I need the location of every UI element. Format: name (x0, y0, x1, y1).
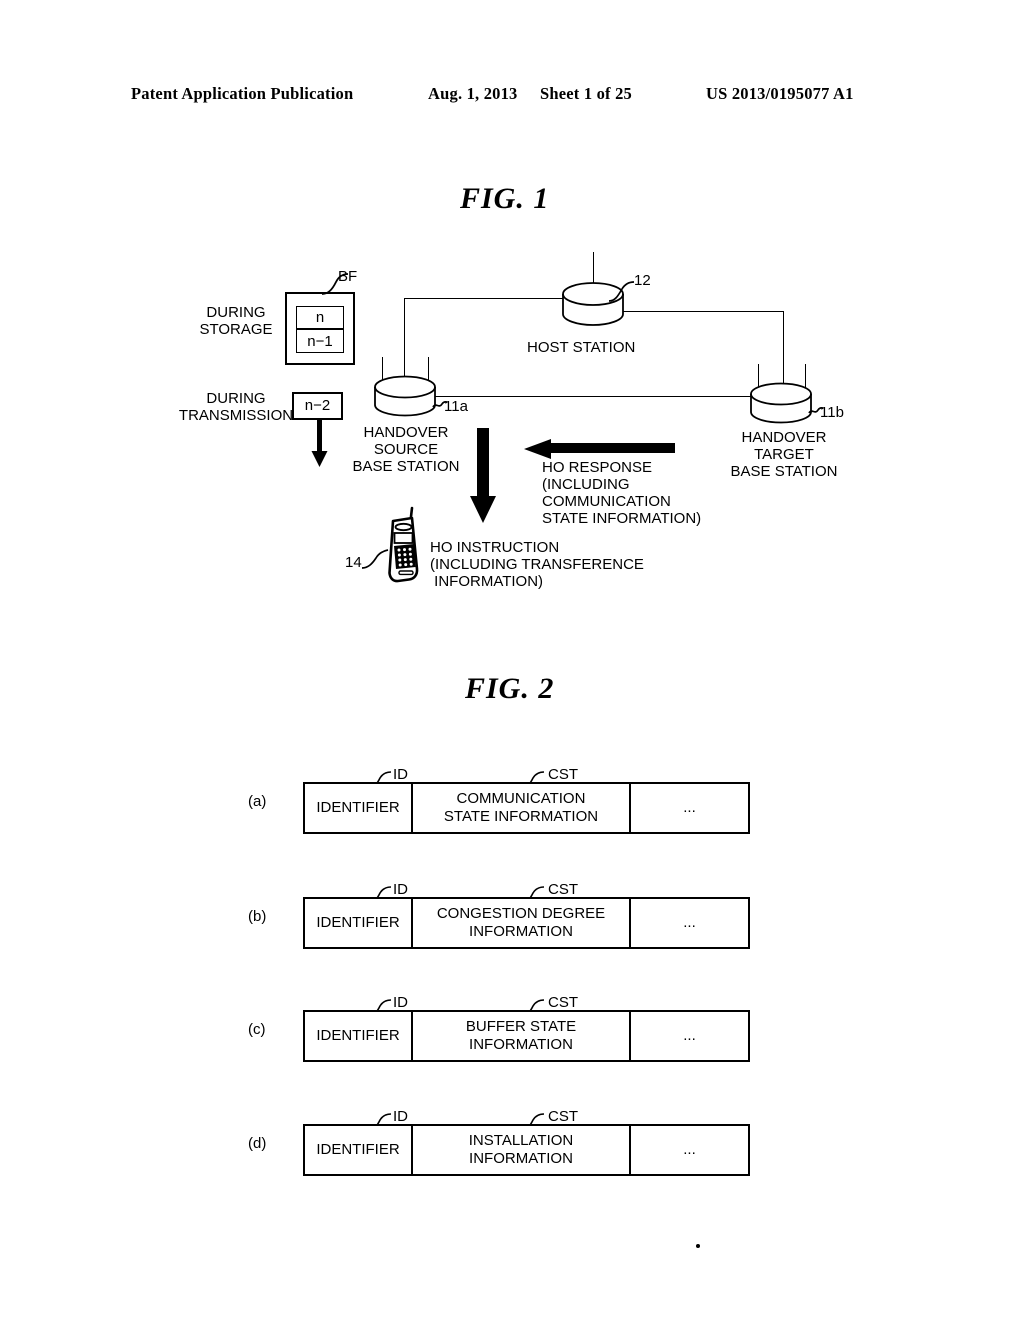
transmit-packet-label: n−2 (304, 397, 331, 414)
figure-1-title: FIG. 1 (460, 182, 550, 215)
fig2-row-a-id-tag: ID (393, 766, 408, 783)
during-transmission-label: DURING TRANSMISSION (178, 390, 294, 424)
link-source-vertical (404, 298, 405, 380)
header-publication-title: Patent Application Publication (131, 84, 354, 103)
host-station-ref-leader (608, 280, 636, 304)
source-bs-ref-label: 11a (444, 398, 468, 415)
fig2-row-b-rest-cell: ... (629, 897, 750, 949)
page-header: Patent Application Publication Aug. 1, 2… (0, 84, 1024, 114)
ho-instruction-arrow (468, 428, 498, 524)
bf-label: BF (338, 268, 358, 285)
buffer-cell-n-1-label: n−1 (307, 333, 333, 350)
mobile-terminal-icon (381, 505, 425, 585)
fig2-row-c-content-cell: BUFFER STATE INFORMATION (411, 1010, 631, 1062)
host-station-label: HOST STATION (527, 339, 636, 356)
link-source-to-target (433, 396, 753, 397)
ho-instruction-label: HO INSTRUCTION (INCLUDING TRANSFERENCE I… (430, 539, 644, 590)
fig2-row-b-cst-tag: CST (548, 881, 578, 898)
fig2-row-b-content-cell: CONGESTION DEGREE INFORMATION (411, 897, 631, 949)
fig2-row-b-letter: (b) (248, 908, 267, 925)
fig2-row-c-letter: (c) (248, 1021, 266, 1038)
fig2-row-a-letter: (a) (248, 793, 267, 810)
fig2-row-d-rest-cell: ... (629, 1124, 750, 1176)
fig2-row-a-rest-cell: ... (629, 782, 750, 834)
source-base-station-label: HANDOVER SOURCE BASE STATION (352, 424, 460, 475)
page-artifact-dot (696, 1244, 700, 1248)
fig2-row-a-identifier-cell: IDENTIFIER (303, 782, 413, 834)
link-source-to-host (404, 298, 572, 299)
buffer-cell-n-label: n (315, 309, 325, 326)
ho-response-label: HO RESPONSE (INCLUDING COMMUNICATION STA… (542, 459, 702, 527)
fig2-row-b-identifier-cell: IDENTIFIER (303, 897, 413, 949)
fig2-row-d-id-tag: ID (393, 1108, 408, 1125)
mobile-ref-label: 14 (345, 554, 362, 571)
fig2-row-d-identifier-cell: IDENTIFIER (303, 1124, 413, 1176)
fig2-row-a-cst-tag: CST (548, 766, 578, 783)
fig2-row-d-letter: (d) (248, 1135, 267, 1152)
transmit-down-arrow (308, 420, 332, 468)
fig2-row-c-cst-tag: CST (548, 994, 578, 1011)
source-base-station-cylinder (372, 375, 440, 421)
header-sheet-number: Sheet 1 of 25 (540, 84, 632, 103)
host-station-ref-label: 12 (634, 272, 651, 289)
link-host-to-target (620, 311, 784, 312)
mobile-ref-leader (361, 548, 389, 572)
fig2-row-d-cst-tag: CST (548, 1108, 578, 1125)
target-base-station-label: HANDOVER TARGET BASE STATION (730, 429, 838, 480)
fig2-row-d-content-cell: INSTALLATION INFORMATION (411, 1124, 631, 1176)
figure-2-title: FIG. 2 (465, 672, 555, 705)
fig2-row-a-content-cell: COMMUNICATION STATE INFORMATION (411, 782, 631, 834)
link-target-vertical (783, 311, 784, 385)
ho-response-arrow (523, 438, 675, 460)
header-patent-number: US 2013/0195077 A1 (706, 84, 854, 103)
fig2-row-c-id-tag: ID (393, 994, 408, 1011)
fig2-row-b-id-tag: ID (393, 881, 408, 898)
fig2-row-c-rest-cell: ... (629, 1010, 750, 1062)
target-base-station-cylinder (748, 382, 816, 428)
target-bs-ref-label: 11b (820, 404, 844, 421)
fig2-row-c-identifier-cell: IDENTIFIER (303, 1010, 413, 1062)
during-storage-label: DURING STORAGE (199, 304, 273, 338)
header-publication-date: Aug. 1, 2013 (428, 84, 518, 103)
